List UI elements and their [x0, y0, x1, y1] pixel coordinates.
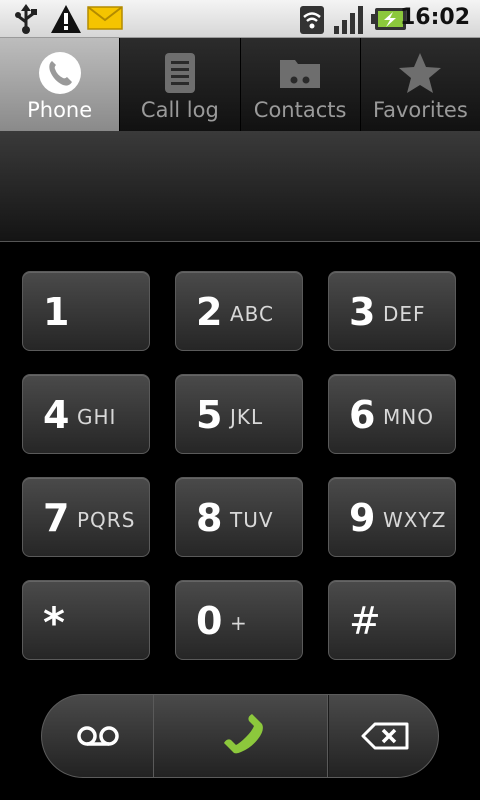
tab-call-log[interactable]: Call log — [120, 38, 241, 131]
key-digit: # — [349, 599, 381, 643]
tab-contacts[interactable]: Contacts — [240, 38, 361, 131]
key-0[interactable]: 0 + — [175, 580, 303, 660]
key-letters: GHI — [77, 405, 117, 429]
key-letters: + — [230, 611, 248, 635]
key-letters: WXYZ — [383, 508, 447, 532]
signal-icon — [334, 6, 363, 34]
tab-label: Phone — [27, 98, 93, 122]
wifi-icon — [300, 6, 324, 34]
key-digit: 1 — [43, 290, 70, 334]
phone-icon — [38, 52, 81, 94]
key-5[interactable]: 5 JKL — [175, 374, 303, 454]
key-letters: ABC — [230, 302, 275, 326]
key-hash[interactable]: # — [328, 580, 456, 660]
key-digit: 2 — [196, 290, 223, 334]
contacts-icon — [280, 60, 321, 88]
key-2[interactable]: 2 ABC — [175, 271, 303, 351]
key-star[interactable]: * — [22, 580, 150, 660]
tab-label: Favorites — [372, 98, 468, 122]
key-letters: PQRS — [77, 508, 136, 532]
usb-icon — [15, 4, 37, 34]
tab-phone[interactable]: Phone — [0, 38, 121, 131]
key-digit: 7 — [43, 496, 70, 540]
star-icon — [399, 53, 442, 93]
key-digit: 4 — [43, 393, 70, 437]
backspace-icon — [361, 722, 408, 750]
tab-bar: Phone Call log Contacts Favorites — [0, 38, 480, 131]
key-digit: 3 — [349, 290, 376, 334]
key-6[interactable]: 6 MNO — [328, 374, 456, 454]
key-letters: DEF — [383, 302, 426, 326]
key-digit: 5 — [196, 393, 223, 437]
key-letters: MNO — [383, 405, 434, 429]
dialer-action-bar — [41, 694, 439, 778]
call-log-icon — [164, 53, 195, 93]
tab-label: Call log — [140, 98, 219, 122]
status-bar: 16:02 — [0, 0, 480, 38]
key-digit: 9 — [349, 496, 376, 540]
dialpad: 1 2 ABC 3 DEF 4 GHI 5 JKL 6 MNO 7 PQRS 8… — [0, 242, 480, 682]
key-1[interactable]: 1 — [22, 271, 150, 351]
key-digit: * — [43, 598, 65, 647]
tab-favorites[interactable]: Favorites — [360, 38, 480, 131]
key-3[interactable]: 3 DEF — [328, 271, 456, 351]
warning-icon — [51, 5, 81, 33]
number-display[interactable] — [0, 131, 480, 242]
tab-label: Contacts — [253, 98, 347, 122]
voicemail-button[interactable] — [42, 695, 154, 777]
key-letters: JKL — [230, 405, 264, 429]
clock-time: 16:02 — [399, 5, 470, 30]
key-letters: TUV — [230, 508, 274, 532]
call-button[interactable] — [153, 695, 329, 777]
voicemail-icon — [76, 726, 119, 746]
key-4[interactable]: 4 GHI — [22, 374, 150, 454]
key-digit: 6 — [349, 393, 376, 437]
call-icon — [224, 714, 263, 754]
delete-button[interactable] — [327, 695, 438, 777]
mail-icon — [87, 6, 123, 30]
key-9[interactable]: 9 WXYZ — [328, 477, 456, 557]
key-8[interactable]: 8 TUV — [175, 477, 303, 557]
key-digit: 0 — [196, 599, 223, 643]
key-digit: 8 — [196, 496, 223, 540]
key-7[interactable]: 7 PQRS — [22, 477, 150, 557]
